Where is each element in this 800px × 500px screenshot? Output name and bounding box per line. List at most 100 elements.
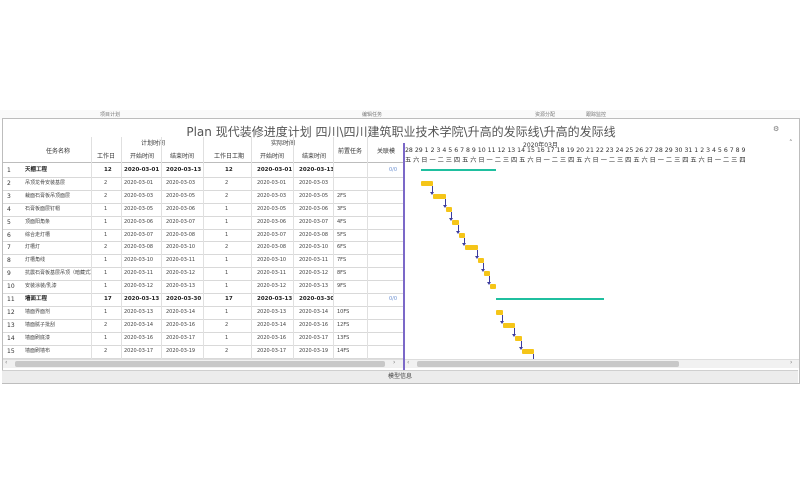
cell-num: 6 [7,231,11,239]
cell-end: 2020-03-19 [166,347,196,354]
cell-wd: 1 [104,205,108,212]
cell-start: 2020-03-13 [124,308,154,315]
cell-start: 2020-03-07 [124,231,154,238]
cell-awd: 1 [225,334,229,341]
cell-name: 墙面界面剂 [25,308,51,315]
cell-wd: 1 [104,231,108,238]
cell-start: 2020-03-16 [124,334,154,341]
column-divider [121,137,122,359]
scroll-right-icon[interactable]: › [393,359,395,366]
model-info-tab[interactable]: 模型信息 [2,370,798,383]
cell-name: 灯槽灯 [25,244,41,251]
col-related[interactable]: 关联模 [371,147,401,157]
table-timeline-divider[interactable] [403,143,405,371]
col-actual-end[interactable]: 结束时间 [295,152,333,162]
cell-wd: 2 [104,179,108,186]
cell-name: 灯槽角线 [25,257,46,264]
cell-wd: 2 [104,244,108,251]
cell-start: 2020-03-05 [124,205,154,212]
cell-name: 天棚工程 [25,167,48,173]
summary-bar[interactable] [496,298,604,300]
col-actual-workdays[interactable]: 工作日工期 [208,152,250,162]
cell-awd: 2 [225,179,229,186]
cell-pred: 7FS [337,257,347,264]
cell-start: 2020-03-17 [124,347,154,354]
cell-name: 墙面刷底漆 [25,334,51,341]
cell-num: 4 [7,205,11,213]
col-end[interactable]: 结束时间 [163,152,201,162]
task-bar[interactable] [490,284,497,290]
column-divider [293,137,294,359]
cell-num: 15 [7,347,15,355]
cell-end: 2020-03-13 [166,283,196,290]
cell-aend: 2020-03-03 [299,179,329,186]
col-task-name[interactable]: 任务名称 [33,147,83,157]
cell-aend: 2020-03-07 [299,218,329,225]
column-divider [367,137,368,359]
cell-astart: 2020-03-13 [257,296,293,302]
cell-pred: 2FS [337,192,347,199]
cell-awd: 2 [225,192,229,199]
cell-aend: 2020-03-30 [299,296,335,302]
cell-end: 2020-03-12 [166,270,196,277]
cell-pred: 6FS [337,244,347,251]
cell-awd: 17 [225,296,233,302]
cell-pred: 4FS [337,218,347,225]
cell-aend: 2020-03-17 [299,334,329,341]
cell-start: 2020-03-01 [124,167,160,173]
col-start[interactable]: 开始时间 [123,152,161,162]
cell-wd: 1 [104,283,108,290]
cell-start: 2020-03-06 [124,218,154,225]
gantt-scroll-left-icon[interactable]: ‹ [407,359,409,366]
cell-num: 11 [7,296,15,303]
col-actual-group: 实际时间 [270,140,295,147]
cell-aend: 2020-03-14 [299,308,329,315]
cell-aend: 2020-03-06 [299,205,329,212]
gantt-horizontal-scrollbar[interactable]: ‹ › [405,359,799,368]
cell-aend: 2020-03-11 [299,257,329,264]
timeline-weekdays: 五 六 日 一 二 三 四 五 六 日 一 二 三 四 五 六 日 一 二 三 … [405,157,746,164]
column-divider [203,137,204,359]
cell-astart: 2020-03-10 [257,257,287,264]
cell-aend: 2020-03-13 [299,283,329,290]
cell-name: 综合走灯槽 [25,231,51,238]
cell-wd: 1 [104,218,108,225]
col-plan-group: 计划时间 [140,140,165,147]
cell-end: 2020-03-10 [166,244,196,251]
cell-wd: 12 [104,167,112,173]
settings-gear-icon[interactable]: ⚙ [773,125,779,133]
col-actual-start[interactable]: 开始时间 [253,152,291,162]
cell-num: 9 [7,270,11,278]
cell-num: 7 [7,244,11,252]
chevron-up-icon[interactable]: ˄ [789,139,793,147]
cell-end: 2020-03-17 [166,334,196,341]
cell-aend: 2020-03-19 [299,347,329,354]
cell-aend: 2020-03-13 [299,167,335,173]
gantt-scroll-thumb[interactable] [417,361,679,367]
table-scroll-thumb[interactable] [15,361,385,367]
cell-astart: 2020-03-06 [257,218,287,225]
cell-num: 8 [7,257,11,265]
summary-bar[interactable] [420,169,497,171]
cell-rel: 0/0 [389,167,398,173]
cell-astart: 2020-03-05 [257,205,287,212]
gantt-scroll-right-icon[interactable]: › [790,359,792,366]
column-divider [91,137,92,359]
cell-num: 12 [7,308,15,316]
cell-wd: 1 [104,308,108,315]
table-horizontal-scrollbar[interactable]: ‹ › [3,359,403,368]
cell-start: 2020-03-10 [124,257,154,264]
cell-start: 2020-03-01 [124,179,154,186]
page-title: Plan 现代装修进度计划 四川\四川建筑职业技术学院\升高的发际线\升高的发际… [186,125,616,139]
col-predecessor[interactable]: 前置任务 [335,147,365,157]
cell-astart: 2020-03-01 [257,179,287,186]
scroll-left-icon[interactable]: ‹ [5,359,7,366]
cell-num: 3 [7,192,11,200]
cell-end: 2020-03-08 [166,231,196,238]
cell-num: 14 [7,334,15,342]
gantt-panel: Plan 现代装修进度计划 四川\四川建筑职业技术学院\升高的发际线\升高的发际… [2,118,800,384]
cell-awd: 1 [225,308,229,315]
col-workdays[interactable]: 工作日 [93,152,119,162]
cell-wd: 2 [104,192,108,199]
cell-wd: 1 [104,257,108,264]
